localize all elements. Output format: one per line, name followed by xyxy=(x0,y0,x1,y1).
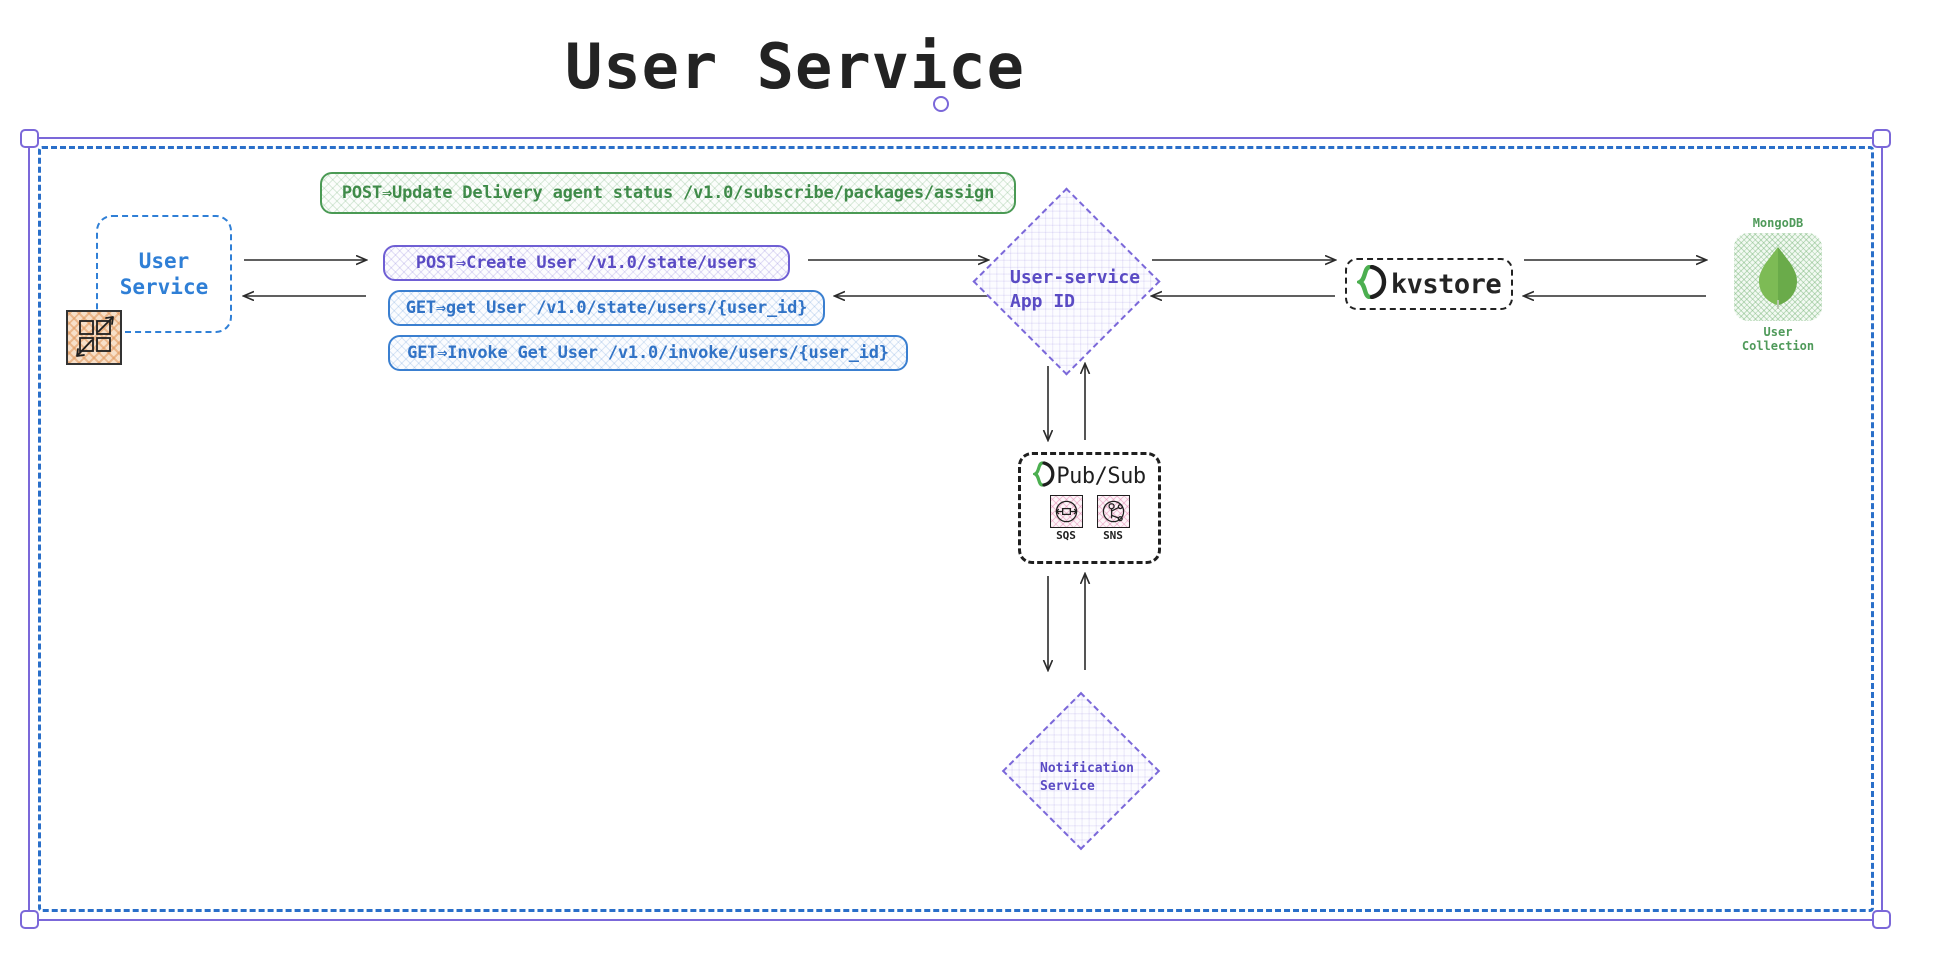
node-mongodb[interactable]: MongoDB User Collection xyxy=(1718,216,1838,354)
resize-handle-top-left[interactable] xyxy=(20,129,39,148)
node-user-service-label: User Service xyxy=(119,248,209,299)
sqs-icon xyxy=(1049,495,1083,528)
resize-handle-top-right[interactable] xyxy=(1872,129,1891,148)
pubsub-title-row: Pub/Sub xyxy=(1031,461,1146,491)
node-kvstore-label: kvstore xyxy=(1390,268,1502,300)
node-pubsub-label: Pub/Sub xyxy=(1056,463,1146,489)
service-boundary-container[interactable] xyxy=(38,146,1874,912)
page-title: User Service xyxy=(565,30,1025,103)
pubsub-queue-icons: SQS SNS xyxy=(1049,495,1130,542)
node-mongodb-title: MongoDB xyxy=(1752,216,1804,230)
rotate-handle[interactable] xyxy=(933,96,949,112)
dapr-logo-icon xyxy=(1354,264,1387,303)
resize-handle-bottom-right[interactable] xyxy=(1872,910,1891,929)
node-notification-service-label: Notification Service xyxy=(1040,761,1134,794)
node-mongodb-caption: User Collection xyxy=(1741,325,1815,354)
mongodb-leaf-icon xyxy=(1734,233,1822,321)
api-endpoint-subscribe[interactable]: POST⇒Update Delivery agent status /v1.0/… xyxy=(320,172,1016,214)
api-endpoint-get-user[interactable]: GET⇒get User /v1.0/state/users/{user_id} xyxy=(388,290,825,326)
sns-icon xyxy=(1096,495,1130,528)
resize-handle-bottom-left[interactable] xyxy=(20,910,39,929)
node-user-service-app-id-label: User-service App ID xyxy=(1010,267,1141,313)
api-endpoint-create-user[interactable]: POST⇒Create User /v1.0/state/users xyxy=(383,245,790,281)
microservices-icon[interactable] xyxy=(66,310,122,365)
diagram-canvas: User Service User Service POST⇒Update De… xyxy=(0,0,1936,974)
queue-sns-label: SNS xyxy=(1103,529,1123,542)
dapr-logo-icon xyxy=(1031,461,1055,491)
node-pubsub[interactable]: Pub/Sub SQS SNS xyxy=(1018,452,1161,564)
node-kvstore[interactable]: kvstore xyxy=(1345,258,1513,310)
api-endpoint-invoke-get-user[interactable]: GET⇒Invoke Get User /v1.0/invoke/users/{… xyxy=(388,335,908,371)
queue-sqs-label: SQS xyxy=(1056,529,1076,542)
queue-sns[interactable]: SNS xyxy=(1096,495,1130,542)
queue-sqs[interactable]: SQS xyxy=(1049,495,1083,542)
